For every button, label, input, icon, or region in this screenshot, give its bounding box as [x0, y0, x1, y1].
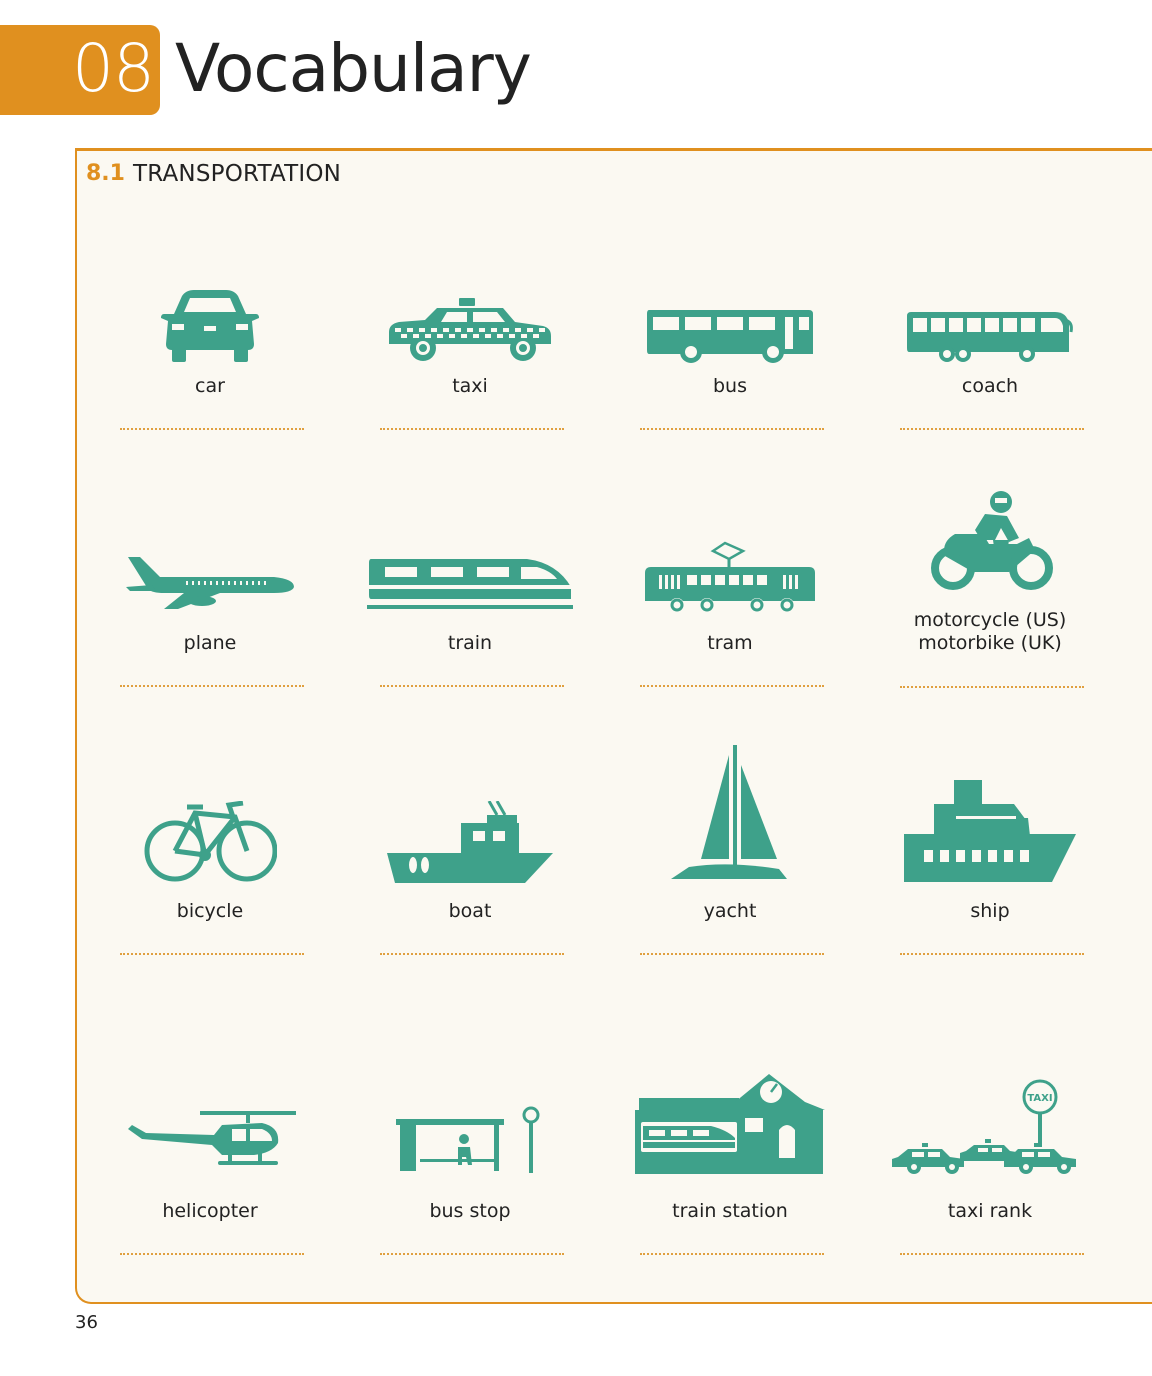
- item-label: bicycle: [176, 900, 244, 922]
- item-label: plane: [183, 632, 237, 654]
- item-label: boat: [448, 900, 492, 922]
- answer-line[interactable]: [380, 1253, 564, 1255]
- vocab-item-bus: bus: [600, 270, 860, 530]
- vocab-item-plane: plane: [80, 527, 340, 787]
- section-title: TRANSPORTATION: [133, 161, 342, 187]
- coach-icon: [905, 310, 1075, 364]
- boat-icon: [385, 801, 555, 885]
- item-label: bus: [712, 375, 747, 397]
- taxi-icon: [385, 296, 555, 362]
- bus-icon: [645, 308, 815, 364]
- plane-icon: [124, 553, 296, 613]
- ship-icon: [904, 780, 1076, 884]
- vocab-item-helicopter: helicopter: [80, 1095, 340, 1355]
- answer-line[interactable]: [380, 428, 564, 430]
- item-label: taxi rank: [947, 1200, 1033, 1222]
- yacht-icon: [669, 745, 791, 881]
- answer-line[interactable]: [640, 1253, 824, 1255]
- answer-line[interactable]: [640, 428, 824, 430]
- answer-line[interactable]: [120, 685, 304, 687]
- item-label: ship: [970, 900, 1010, 922]
- answer-line[interactable]: [640, 685, 824, 687]
- vocab-item-taxi-rank: TAXI taxi rank: [860, 1075, 1120, 1335]
- answer-line[interactable]: [380, 953, 564, 955]
- item-label: bus stop: [429, 1200, 511, 1222]
- bus-stop-icon: [396, 1105, 544, 1173]
- answer-line[interactable]: [120, 953, 304, 955]
- vocab-item-boat: boat: [340, 795, 600, 1055]
- item-label: tram: [707, 632, 753, 654]
- vocab-item-ship: ship: [860, 770, 1120, 1030]
- vocab-item-yacht: yacht: [600, 745, 860, 1005]
- vocab-item-taxi: taxi: [340, 270, 600, 530]
- answer-line[interactable]: [900, 686, 1084, 688]
- page-number: 36: [75, 1312, 98, 1333]
- answer-line[interactable]: [640, 953, 824, 955]
- vocab-item-motorcycle: motorcycle (US) motorbike (UK): [860, 490, 1120, 750]
- helicopter-icon: [122, 1109, 298, 1173]
- item-label: taxi: [452, 375, 488, 397]
- answer-line[interactable]: [900, 953, 1084, 955]
- vocab-item-train: train: [340, 527, 600, 787]
- item-label: yacht: [703, 900, 757, 922]
- answer-line[interactable]: [900, 1253, 1084, 1255]
- taxi-rank-icon: TAXI: [890, 1075, 1090, 1175]
- answer-line[interactable]: [380, 685, 564, 687]
- item-label: car: [195, 375, 225, 397]
- item-label: train station: [672, 1200, 788, 1222]
- vocab-item-bicycle: bicycle: [80, 795, 340, 1055]
- item-label: motorcycle (US) motorbike (UK): [913, 609, 1067, 654]
- car-icon: [160, 288, 260, 364]
- tram-icon: [643, 541, 817, 613]
- section-number: 8.1: [86, 161, 125, 186]
- vocab-item-car: car: [80, 270, 340, 530]
- item-label: helicopter: [162, 1200, 258, 1222]
- item-label: train: [447, 632, 493, 654]
- bicycle-icon: [143, 801, 277, 885]
- chapter-number: 08: [72, 30, 155, 107]
- answer-line[interactable]: [120, 1253, 304, 1255]
- motorcycle-icon: [925, 490, 1055, 594]
- train-icon: [367, 555, 573, 611]
- answer-line[interactable]: [120, 428, 304, 430]
- page-title: Vocabulary: [175, 30, 532, 107]
- item-label: coach: [961, 375, 1019, 397]
- vocab-item-bus-stop: bus stop: [340, 1095, 600, 1355]
- taxi-sign-text: TAXI: [1027, 1093, 1052, 1104]
- train-station-icon: [635, 1070, 825, 1176]
- vocab-item-train-station: train station: [600, 1070, 860, 1330]
- answer-line[interactable]: [900, 428, 1084, 430]
